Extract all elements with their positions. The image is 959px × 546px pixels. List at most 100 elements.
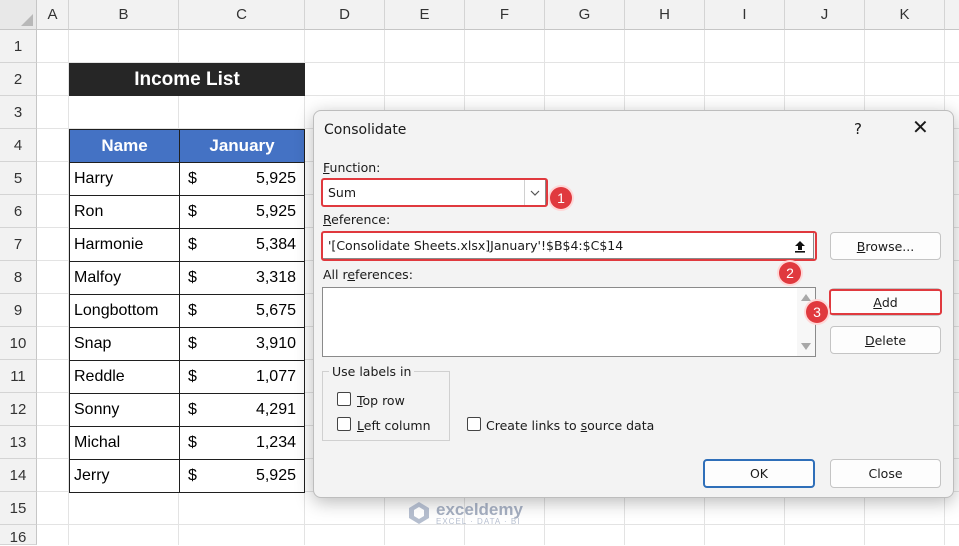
row-header-10[interactable]: 10 bbox=[0, 327, 37, 360]
top-row-checkbox[interactable] bbox=[337, 392, 351, 406]
consolidate-dialog: Consolidate ? ✕ Function: Sum 1 Referenc… bbox=[313, 110, 954, 498]
currency-symbol: $ bbox=[188, 269, 197, 286]
row-header-16[interactable]: 16 bbox=[0, 525, 37, 546]
currency-symbol: $ bbox=[188, 467, 197, 484]
january-cell[interactable]: $1,234 bbox=[179, 426, 305, 460]
create-links-checkbox[interactable] bbox=[467, 417, 481, 431]
name-cell[interactable]: Sonny bbox=[69, 393, 180, 427]
amount-value: 3,910 bbox=[255, 335, 296, 352]
row-header-5[interactable]: 5 bbox=[0, 162, 37, 195]
callout-badge-3: 3 bbox=[806, 301, 828, 323]
january-cell[interactable]: $3,910 bbox=[179, 327, 305, 361]
currency-symbol: $ bbox=[188, 335, 197, 352]
january-cell[interactable]: $5,384 bbox=[179, 228, 305, 262]
name-cell[interactable]: Reddle bbox=[69, 360, 180, 394]
currency-symbol: $ bbox=[188, 302, 197, 319]
create-links-label[interactable]: Create links to source data bbox=[486, 418, 654, 433]
row-header-9[interactable]: 9 bbox=[0, 294, 37, 327]
header-january[interactable]: January bbox=[179, 129, 305, 163]
row-header-3[interactable]: 3 bbox=[0, 96, 37, 129]
column-header-b[interactable]: B bbox=[69, 0, 179, 30]
callout-box-1 bbox=[321, 178, 548, 207]
currency-symbol: $ bbox=[188, 170, 197, 187]
name-cell[interactable]: Malfoy bbox=[69, 261, 180, 295]
row-header-4[interactable]: 4 bbox=[0, 129, 37, 162]
row-header-7[interactable]: 7 bbox=[0, 228, 37, 261]
column-header-h[interactable]: H bbox=[625, 0, 705, 30]
all-references-label: All references: bbox=[323, 267, 413, 282]
dialog-title: Consolidate bbox=[324, 122, 407, 138]
delete-button[interactable]: Delete bbox=[830, 326, 941, 354]
name-cell[interactable]: Harry bbox=[69, 162, 180, 196]
january-cell[interactable]: $5,925 bbox=[179, 195, 305, 229]
row-header-12[interactable]: 12 bbox=[0, 393, 37, 426]
column-header-partial bbox=[945, 0, 959, 30]
left-column-checkbox[interactable] bbox=[337, 417, 351, 431]
help-icon[interactable]: ? bbox=[854, 120, 862, 138]
function-label: Function: bbox=[323, 160, 381, 175]
callout-box-3 bbox=[829, 289, 942, 315]
watermark-tagline: EXCEL · DATA · BI bbox=[436, 516, 521, 526]
column-header-a[interactable]: A bbox=[37, 0, 69, 30]
scroll-down-icon bbox=[801, 343, 811, 350]
column-header-k[interactable]: K bbox=[865, 0, 945, 30]
currency-symbol: $ bbox=[188, 434, 197, 451]
row-header-11[interactable]: 11 bbox=[0, 360, 37, 393]
column-header-j[interactable]: J bbox=[785, 0, 865, 30]
amount-value: 5,925 bbox=[255, 170, 296, 187]
name-cell[interactable]: Longbottom bbox=[69, 294, 180, 328]
currency-symbol: $ bbox=[188, 401, 197, 418]
amount-value: 3,318 bbox=[255, 269, 296, 286]
row-header-6[interactable]: 6 bbox=[0, 195, 37, 228]
column-header-f[interactable]: F bbox=[465, 0, 545, 30]
select-all-corner[interactable] bbox=[0, 0, 37, 30]
january-cell[interactable]: $4,291 bbox=[179, 393, 305, 427]
column-header-d[interactable]: D bbox=[305, 0, 385, 30]
scroll-up-icon bbox=[801, 294, 811, 301]
amount-value: 1,234 bbox=[255, 434, 296, 451]
column-header-i[interactable]: I bbox=[705, 0, 785, 30]
row-header-2[interactable]: 2 bbox=[0, 63, 37, 96]
watermark-name: exceldemy bbox=[436, 499, 523, 519]
exceldemy-logo-icon bbox=[409, 502, 429, 524]
table-title[interactable]: Income List bbox=[69, 63, 305, 96]
callout-badge-2: 2 bbox=[779, 262, 801, 284]
january-cell[interactable]: $5,925 bbox=[179, 162, 305, 196]
column-header-c[interactable]: C bbox=[179, 0, 305, 30]
top-row-label[interactable]: Top row bbox=[357, 393, 405, 408]
name-cell[interactable]: Snap bbox=[69, 327, 180, 361]
amount-value: 4,291 bbox=[255, 401, 296, 418]
close-button[interactable]: Close bbox=[830, 459, 941, 488]
amount-value: 5,925 bbox=[255, 203, 296, 220]
amount-value: 5,675 bbox=[255, 302, 296, 319]
amount-value: 1,077 bbox=[255, 368, 296, 385]
row-header-8[interactable]: 8 bbox=[0, 261, 37, 294]
row-header-1[interactable]: 1 bbox=[0, 30, 37, 63]
name-cell[interactable]: Ron bbox=[69, 195, 180, 229]
january-cell[interactable]: $5,925 bbox=[179, 459, 305, 493]
use-labels-label: Use labels in bbox=[329, 364, 415, 379]
currency-symbol: $ bbox=[188, 236, 197, 253]
name-cell[interactable]: Jerry bbox=[69, 459, 180, 493]
row-header-15[interactable]: 15 bbox=[0, 492, 37, 525]
header-name[interactable]: Name bbox=[69, 129, 180, 163]
name-cell[interactable]: Harmonie bbox=[69, 228, 180, 262]
january-cell[interactable]: $1,077 bbox=[179, 360, 305, 394]
january-cell[interactable]: $3,318 bbox=[179, 261, 305, 295]
close-icon[interactable]: ✕ bbox=[912, 117, 929, 137]
column-header-e[interactable]: E bbox=[385, 0, 465, 30]
column-header-g[interactable]: G bbox=[545, 0, 625, 30]
browse-button[interactable]: Browse... bbox=[830, 232, 941, 260]
reference-label: Reference: bbox=[323, 212, 391, 227]
left-column-label[interactable]: Left column bbox=[357, 418, 431, 433]
callout-badge-1: 1 bbox=[550, 187, 572, 209]
currency-symbol: $ bbox=[188, 368, 197, 385]
row-header-14[interactable]: 14 bbox=[0, 459, 37, 492]
row-header-13[interactable]: 13 bbox=[0, 426, 37, 459]
amount-value: 5,384 bbox=[255, 236, 296, 253]
ok-button[interactable]: OK bbox=[703, 459, 815, 488]
currency-symbol: $ bbox=[188, 203, 197, 220]
name-cell[interactable]: Michal bbox=[69, 426, 180, 460]
all-references-list[interactable] bbox=[322, 287, 816, 357]
january-cell[interactable]: $5,675 bbox=[179, 294, 305, 328]
